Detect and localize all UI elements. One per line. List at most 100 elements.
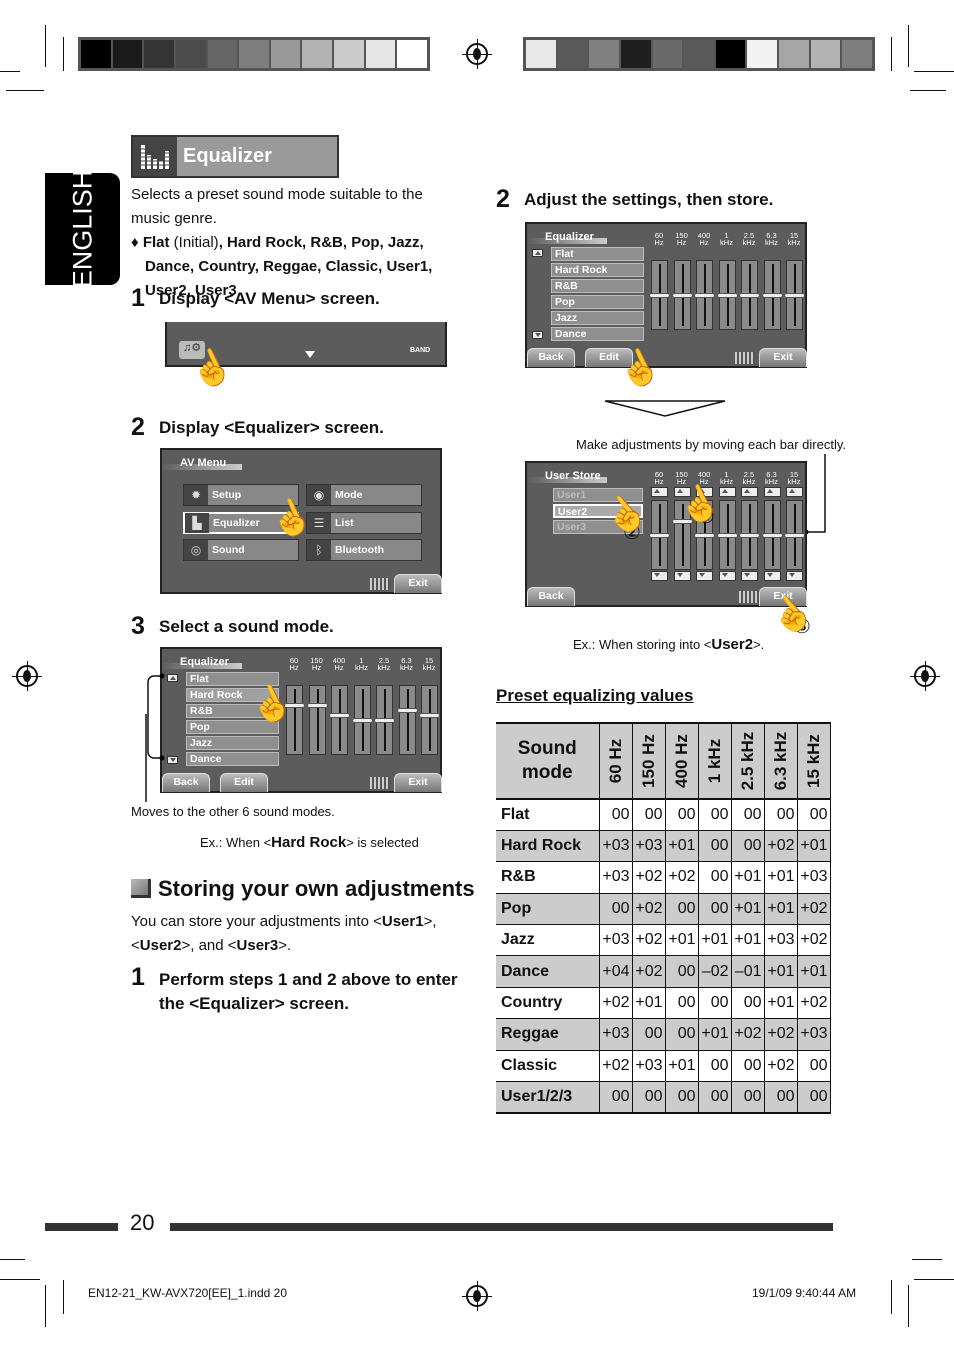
band-label: 1 kHz: [716, 232, 738, 247]
step-number: 1: [131, 963, 145, 991]
slider-knob[interactable]: [739, 533, 760, 538]
cell-value: +03: [598, 829, 633, 863]
scroll-down-icon[interactable]: [532, 331, 543, 339]
band-down-icon[interactable]: [651, 571, 668, 581]
band-label: 60 Hz: [283, 657, 305, 672]
crop-mark: [0, 1259, 25, 1260]
slider-knob[interactable]: [396, 708, 418, 713]
band-slider[interactable]: [351, 685, 373, 755]
back-button[interactable]: Back: [527, 587, 575, 606]
cell-value: +01: [763, 892, 798, 926]
exit-button[interactable]: Exit: [759, 348, 807, 367]
cell-value: 00: [664, 892, 699, 926]
mode-list-item[interactable]: Flat: [551, 247, 644, 261]
band-slider[interactable]: [306, 685, 328, 755]
table-row: Pop 00 +02 00 00 +01 +01 +02: [496, 892, 831, 926]
slider-knob[interactable]: [374, 718, 395, 723]
slider-knob[interactable]: [351, 718, 373, 723]
slider-knob[interactable]: [649, 533, 670, 538]
band-up-icon[interactable]: [763, 487, 781, 497]
slider-knob[interactable]: [761, 293, 783, 298]
slider-knob[interactable]: [716, 533, 738, 538]
chevron-down-icon[interactable]: [305, 351, 315, 358]
slider-knob[interactable]: [716, 293, 738, 298]
band-slider[interactable]: [739, 260, 760, 330]
slider-knob[interactable]: [739, 293, 760, 298]
back-button[interactable]: Back: [527, 348, 575, 367]
crop-mark: [908, 25, 909, 67]
band-down-icon[interactable]: [763, 571, 781, 581]
mode-list-item[interactable]: Jazz: [551, 311, 644, 325]
mode-list-item[interactable]: Dance: [186, 752, 279, 766]
step-number: 1: [131, 284, 145, 312]
band-slider[interactable]: [329, 685, 350, 755]
storing-title: Storing your own adjustments: [158, 876, 475, 901]
mode-list-item[interactable]: Pop: [551, 295, 644, 309]
slider-knob[interactable]: [784, 293, 805, 298]
color-swatch: [365, 40, 396, 68]
band-slider[interactable]: [716, 260, 738, 330]
band-up-icon[interactable]: [741, 487, 758, 497]
band-slider[interactable]: [419, 685, 440, 755]
menu-item-mode[interactable]: ◉ Mode: [306, 484, 422, 506]
band-up-icon[interactable]: [786, 487, 803, 497]
step-text: Perform steps 1 and 2 above to enter the…: [159, 970, 458, 1013]
slider-knob[interactable]: [649, 293, 670, 298]
mode-list-item[interactable]: Dance: [551, 327, 644, 341]
text: >.: [278, 937, 292, 954]
edit-button[interactable]: Edit: [220, 773, 268, 792]
row-mode: Pop: [496, 892, 600, 926]
band-slider[interactable]: [649, 500, 670, 570]
slider-knob[interactable]: [419, 713, 440, 718]
band-slider[interactable]: [784, 260, 805, 330]
table-row: Classic +02 +03 +01 00 00 +02 00: [496, 1049, 831, 1083]
band-label: 6.3 kHz: [761, 232, 783, 247]
slider-knob[interactable]: [761, 533, 783, 538]
cell-value: +01: [697, 1018, 732, 1051]
exit-button[interactable]: Exit: [394, 773, 442, 792]
exit-button[interactable]: Exit: [394, 574, 442, 593]
slider-knob[interactable]: [784, 533, 805, 538]
mode-list-item[interactable]: R&B: [551, 279, 644, 293]
band-up-icon[interactable]: [651, 487, 668, 497]
band-slider[interactable]: [739, 500, 760, 570]
slider-knob[interactable]: [329, 713, 350, 718]
band-down-icon[interactable]: [718, 571, 736, 581]
caption-bold: Hard Rock: [271, 834, 347, 851]
band-down-icon[interactable]: [741, 571, 758, 581]
band-slider[interactable]: [694, 260, 715, 330]
mode-list-item[interactable]: Jazz: [186, 736, 279, 750]
band-down-icon[interactable]: [673, 571, 691, 581]
gear-icon: ✹: [184, 485, 208, 505]
color-swatch-bar-left: [78, 37, 430, 71]
band-slider[interactable]: [396, 685, 418, 755]
language-tab-label: ENGLISH: [67, 169, 97, 289]
band-down-icon[interactable]: [786, 571, 803, 581]
band-up-icon[interactable]: [718, 487, 736, 497]
band-slider[interactable]: [649, 260, 670, 330]
band-slider[interactable]: [761, 500, 783, 570]
slider-knob[interactable]: [694, 533, 715, 538]
slider-knob[interactable]: [671, 293, 693, 298]
band-slider[interactable]: [761, 260, 783, 330]
band-button[interactable]: BAND: [410, 347, 430, 354]
cell-value: +03: [631, 829, 666, 863]
header-band: 150 Hz: [631, 722, 666, 800]
menu-item-bluetooth[interactable]: ᛒ Bluetooth: [306, 539, 422, 561]
slider-knob[interactable]: [306, 703, 328, 708]
cell-value: 00: [664, 1018, 699, 1051]
menu-item-list[interactable]: ☰ List: [306, 512, 422, 534]
band-slider[interactable]: [374, 685, 395, 755]
band-label: 400 Hz: [328, 657, 350, 672]
band-slider[interactable]: [671, 260, 693, 330]
band-header-text: 6.3 kHz: [770, 731, 790, 791]
band-down-icon[interactable]: [696, 571, 713, 581]
mode-list-item[interactable]: Flat: [186, 672, 279, 686]
band-slider[interactable]: [784, 500, 805, 570]
band-unit: kHz: [765, 477, 778, 486]
cell-value: 00: [598, 1081, 633, 1114]
slider-knob[interactable]: [694, 293, 715, 298]
scroll-up-icon[interactable]: [532, 249, 543, 257]
registration-mark-icon: [910, 661, 940, 691]
mode-list-item[interactable]: Hard Rock: [551, 263, 644, 277]
